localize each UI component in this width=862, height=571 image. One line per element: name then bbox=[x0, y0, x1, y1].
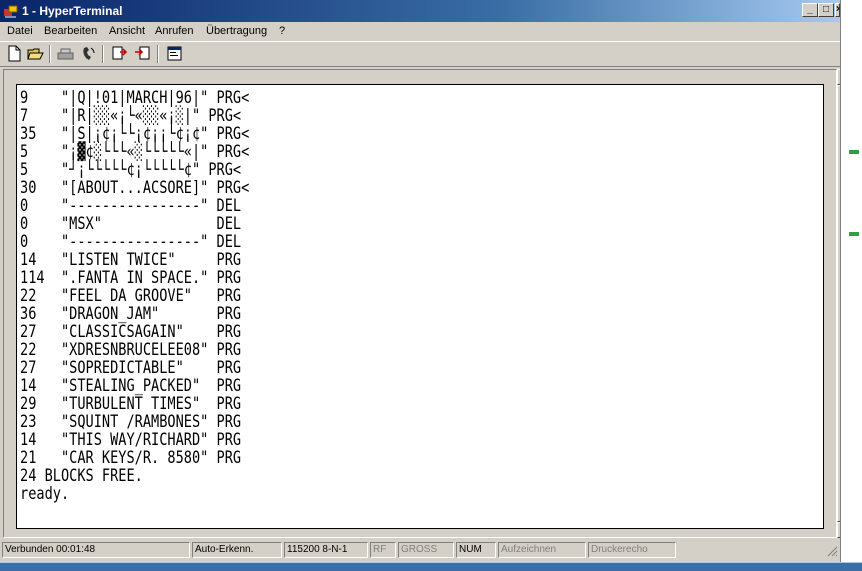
background-marker bbox=[849, 232, 859, 236]
menu-help[interactable]: ? bbox=[279, 24, 285, 38]
terminal-line: 36 "DRAGON_JAM" PRG bbox=[20, 304, 242, 324]
menu-anrufen[interactable]: Anrufen bbox=[155, 24, 194, 38]
terminal-line: 29 "TURBULENT TIMES" PRG bbox=[20, 394, 242, 414]
resize-grip[interactable] bbox=[826, 544, 838, 558]
terminal-line: 7 "|R|░░«¡└«░░«¡░|" PRG< bbox=[20, 106, 242, 126]
terminal-line: 22 "FEEL DA GROOVE" PRG bbox=[20, 286, 242, 306]
new-icon[interactable] bbox=[5, 44, 24, 63]
background-window bbox=[840, 0, 862, 570]
terminal-line: 14 "STEALING_PACKED" PRG bbox=[20, 376, 242, 396]
terminal-line: 9 "|Q|!01|MARCH|96|" PRG< bbox=[20, 88, 250, 108]
call-icon[interactable] bbox=[79, 44, 98, 63]
terminal-line: 21 "CAR KEYS/R. 8580" PRG bbox=[20, 448, 242, 468]
terminal-line: 0 "----------------" DEL bbox=[20, 196, 242, 216]
terminal-line: 5 "¡▓¢░└└└«░└└└└└«|" PRG< bbox=[20, 142, 250, 162]
terminal-line: 30 "[ABOUT...ACSORE]" PRG< bbox=[20, 178, 250, 198]
terminal-line: 35 "|S|¡¢¡└└¡¢¡¡└¢¡¢" PRG< bbox=[20, 124, 250, 144]
terminal-line: 27 "SOPREDICTABLE" PRG bbox=[20, 358, 242, 378]
background-marker bbox=[849, 150, 859, 154]
terminal-line: 5 "┘¡└└└└└¢¡└└└└└¢" PRG< bbox=[20, 160, 242, 180]
status-autodetect: Auto-Erkenn. bbox=[192, 542, 282, 558]
status-num: NUM bbox=[456, 542, 496, 558]
menu-bar: Datei Bearbeiten Ansicht Anrufen Übertra… bbox=[0, 22, 840, 40]
menu-datei[interactable]: Datei bbox=[7, 24, 33, 38]
terminal-line: 24 BLOCKS FREE. bbox=[20, 466, 143, 486]
toolbar bbox=[0, 41, 840, 67]
toolbar-separator bbox=[49, 45, 51, 63]
terminal-line: ready. bbox=[20, 484, 70, 504]
open-icon[interactable] bbox=[26, 44, 45, 63]
status-scroll: RF bbox=[370, 542, 396, 558]
status-connected: Verbunden 00:01:48 bbox=[2, 542, 190, 558]
terminal-line: 23 "SQUINT /RAMBONES" PRG bbox=[20, 412, 242, 432]
terminal-line: 14 "THIS WAY/RICHARD" PRG bbox=[20, 430, 242, 450]
status-bar: Verbunden 00:01:48 Auto-Erkenn. 115200 8… bbox=[0, 540, 840, 560]
toolbar-separator bbox=[157, 45, 159, 63]
receive-icon[interactable] bbox=[133, 44, 152, 63]
menu-bearbeiten[interactable]: Bearbeiten bbox=[44, 24, 97, 38]
status-caps: GROSS bbox=[398, 542, 454, 558]
toolbar-separator bbox=[102, 45, 104, 63]
terminal-line: 0 "----------------" DEL bbox=[20, 232, 242, 252]
menu-ansicht[interactable]: Ansicht bbox=[109, 24, 145, 38]
terminal-screen[interactable]: 9 "|Q|!01|MARCH|96|" PRG< 7 "|R|░░«¡└«░░«… bbox=[16, 84, 824, 529]
title-bar[interactable]: 1 - HyperTerminal _ □ × bbox=[0, 0, 840, 22]
send-icon[interactable] bbox=[110, 44, 129, 63]
terminal-line: 27 "CLASSICSAGAIN" PRG bbox=[20, 322, 242, 342]
properties-icon[interactable] bbox=[165, 44, 184, 63]
terminal-line: 114 ".FANTA IN SPACE." PRG bbox=[20, 268, 242, 288]
status-capture: Aufzeichnen bbox=[498, 542, 586, 558]
disconnect-icon[interactable] bbox=[56, 44, 75, 63]
maximize-button[interactable]: □ bbox=[818, 3, 834, 17]
terminal-line: 14 "LISTEN TWICE" PRG bbox=[20, 250, 242, 270]
terminal-frame: 9 "|Q|!01|MARCH|96|" PRG< 7 "|R|░░«¡└«░░«… bbox=[3, 69, 837, 538]
terminal-line: 0 "MSX" DEL bbox=[20, 214, 242, 234]
menu-uebertragung[interactable]: Übertragung bbox=[206, 24, 267, 38]
status-printer-echo: Druckerecho bbox=[588, 542, 676, 558]
hyperterminal-icon[interactable] bbox=[3, 3, 19, 19]
terminal-output: 9 "|Q|!01|MARCH|96|" PRG< 7 "|R|░░«¡└«░░«… bbox=[20, 89, 249, 503]
terminal-line: 22 "XDRESNBRUCELEE08" PRG bbox=[20, 340, 242, 360]
minimize-button[interactable]: _ bbox=[802, 3, 818, 17]
status-port-settings: 115200 8-N-1 bbox=[284, 542, 368, 558]
window-title: 1 - HyperTerminal bbox=[22, 4, 123, 18]
